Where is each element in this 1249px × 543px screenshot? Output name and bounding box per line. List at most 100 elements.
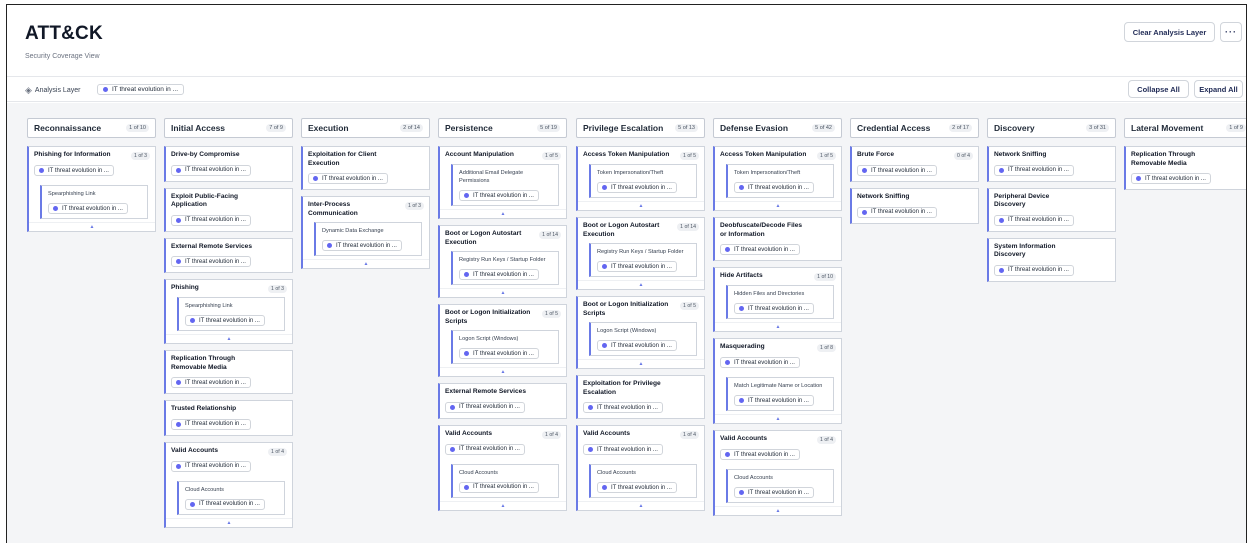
subtechnique-card[interactable]: Token Impersonation/Theft IT threat evolu… [726,164,834,198]
technique-coverage-chip[interactable]: IT threat evolution in ... [185,498,265,510]
technique-card[interactable]: Deobfuscate/Decode Files or Information I… [713,217,842,261]
tactic-header[interactable]: Persistence 5 of 19 [438,118,567,138]
technique-coverage-chip[interactable]: IT threat evolution in ... [597,340,677,351]
technique-coverage-chip[interactable]: IT threat evolution in ... [48,203,128,214]
technique-card[interactable]: Access Token Manipulation 1 of 5 Token Imp… [713,146,842,211]
technique-card[interactable]: Brute Force 0 of 4 IT threat evolution in … [850,146,979,182]
technique-coverage-chip[interactable]: IT threat evolution in ... [171,164,251,176]
technique-card[interactable]: System Information Discovery IT threat ev… [987,237,1116,282]
technique-card[interactable]: Replication Through Removable Media IT th… [164,350,293,394]
technique-card[interactable]: Boot or Logon Initialization Scripts 1 of… [576,296,705,369]
technique-coverage-chip[interactable]: IT threat evolution in ... [185,315,265,326]
technique-coverage-chip[interactable]: IT threat evolution in ... [720,357,800,368]
technique-card[interactable]: External Remote Services IT threat evolut… [164,237,293,273]
subtechnique-card[interactable]: Cloud Accounts IT threat evolution in ... [177,480,285,515]
technique-coverage-chip[interactable]: IT threat evolution in ... [308,173,388,184]
subtechnique-card[interactable]: Additional Email Delegate Permissions IT … [451,164,559,206]
technique-coverage-chip[interactable]: IT threat evolution in ... [171,214,251,226]
technique-card[interactable]: Valid Accounts 1 of 4 IT threat evolution … [576,425,705,511]
collapse-caret-icon[interactable]: ▲ [715,414,841,423]
clear-analysis-layer-button[interactable]: Clear Analysis Layer [1124,22,1215,42]
technique-card[interactable]: Exploit Public-Facing Application IT thre… [164,187,293,232]
collapse-caret-icon[interactable]: ▲ [303,259,429,268]
tactic-header[interactable]: Defense Evasion 5 of 42 [713,118,842,138]
collapse-caret-icon[interactable]: ▲ [578,280,704,289]
technique-coverage-chip[interactable]: IT threat evolution in ... [459,348,539,359]
technique-card[interactable]: External Remote Services IT threat evolut… [438,383,567,419]
technique-coverage-chip[interactable]: IT threat evolution in ... [734,487,814,498]
technique-card[interactable]: Drive-by Compromise IT threat evolution i… [164,146,293,182]
technique-coverage-chip[interactable]: IT threat evolution in ... [734,303,814,314]
technique-card[interactable]: Trusted Relationship IT threat evolution … [164,400,293,436]
collapse-caret-icon[interactable]: ▲ [166,517,292,527]
tactic-header[interactable]: Execution 2 of 14 [301,118,430,138]
technique-coverage-chip[interactable]: IT threat evolution in ... [171,377,251,388]
technique-coverage-chip[interactable]: IT threat evolution in ... [34,165,114,176]
collapse-caret-icon[interactable]: ▲ [29,222,155,231]
tactic-header[interactable]: Discovery 3 of 31 [987,118,1116,138]
technique-coverage-chip[interactable]: IT threat evolution in ... [720,449,800,460]
collapse-all-button[interactable]: Collapse All [1128,80,1189,98]
analysis-layer-chip[interactable]: IT threat evolution in ... [97,84,184,95]
technique-card[interactable]: Phishing 1 of 3 Spearphishing Link IT threa… [164,279,293,344]
technique-card[interactable]: Inter-Process Communication 1 of 3 Dynamic… [301,196,430,269]
technique-card[interactable]: Access Token Manipulation 1 of 5 Token Imp… [576,146,705,211]
technique-coverage-chip[interactable]: IT threat evolution in ... [459,269,539,280]
collapse-caret-icon[interactable]: ▲ [440,367,566,376]
collapse-caret-icon[interactable]: ▲ [715,322,841,331]
technique-coverage-chip[interactable]: IT threat evolution in ... [734,182,814,193]
subtechnique-card[interactable]: Spearphishing Link IT threat evolution in… [177,297,285,331]
technique-coverage-chip[interactable]: IT threat evolution in ... [857,206,937,218]
collapse-caret-icon[interactable]: ▲ [440,500,566,510]
subtechnique-card[interactable]: Spearphishing Link IT threat evolution in… [40,185,148,219]
technique-card[interactable]: Exploitation for Privilege Escalation IT … [576,375,705,419]
subtechnique-card[interactable]: Match Legitimate Name or Location IT thre… [726,377,834,411]
technique-coverage-chip[interactable]: IT threat evolution in ... [445,443,525,455]
technique-card[interactable]: Network Sniffing IT threat evolution in .… [850,188,979,224]
technique-card[interactable]: Peripheral Device Discovery IT threat evo… [987,187,1116,232]
technique-card[interactable]: Account Manipulation 1 of 5 Additional Ema… [438,146,567,219]
technique-coverage-chip[interactable]: IT threat evolution in ... [720,244,800,255]
technique-card[interactable]: Valid Accounts 1 of 4 IT threat evolution … [438,424,567,511]
expand-all-button[interactable]: Expand All [1194,80,1243,98]
technique-coverage-chip[interactable]: IT threat evolution in ... [171,418,251,430]
technique-coverage-chip[interactable]: IT threat evolution in ... [171,460,251,472]
tactic-header[interactable]: Credential Access 2 of 17 [850,118,979,138]
technique-coverage-chip[interactable]: IT threat evolution in ... [583,444,663,455]
technique-coverage-chip[interactable]: IT threat evolution in ... [734,395,814,406]
subtechnique-card[interactable]: Token Impersonation/Theft IT threat evolu… [589,164,697,198]
technique-card[interactable]: Boot or Logon Initialization Scripts 1 of… [438,304,567,377]
tactic-header[interactable]: Privilege Escalation 5 of 13 [576,118,705,138]
technique-card[interactable]: Boot or Logon Autostart Execution 1 of 14… [576,217,705,290]
technique-card[interactable]: Exploitation for Client Execution IT thre… [301,146,430,190]
technique-coverage-chip[interactable]: IT threat evolution in ... [597,261,677,272]
technique-coverage-chip[interactable]: IT threat evolution in ... [583,402,663,413]
technique-coverage-chip[interactable]: IT threat evolution in ... [994,164,1074,176]
technique-coverage-chip[interactable]: IT threat evolution in ... [994,264,1074,276]
collapse-caret-icon[interactable]: ▲ [578,201,704,210]
technique-card[interactable]: Valid Accounts 1 of 4 IT threat evolution … [713,430,842,516]
subtechnique-card[interactable]: Cloud Accounts IT threat evolution in ... [726,469,834,503]
subtechnique-card[interactable]: Registry Run Keys / Startup Folder IT thr… [589,243,697,277]
technique-coverage-chip[interactable]: IT threat evolution in ... [171,256,251,267]
technique-card[interactable]: Masquerading 1 of 8 IT threat evolution in… [713,338,842,424]
collapse-caret-icon[interactable]: ▲ [715,201,841,210]
collapse-caret-icon[interactable]: ▲ [578,501,704,510]
technique-coverage-chip[interactable]: IT threat evolution in ... [597,482,677,493]
subtechnique-card[interactable]: Cloud Accounts IT threat evolution in ... [451,463,559,498]
subtechnique-card[interactable]: Hidden Files and Directories IT threat ev… [726,285,834,319]
technique-coverage-chip[interactable]: IT threat evolution in ... [994,214,1074,226]
technique-coverage-chip[interactable]: IT threat evolution in ... [459,190,539,201]
technique-coverage-chip[interactable]: IT threat evolution in ... [322,240,402,251]
more-options-icon[interactable]: ··· [1220,22,1242,42]
subtechnique-card[interactable]: Cloud Accounts IT threat evolution in ... [589,464,697,498]
collapse-caret-icon[interactable]: ▲ [166,334,292,343]
subtechnique-card[interactable]: Logon Script (Windows) IT threat evolutio… [451,330,559,364]
collapse-caret-icon[interactable]: ▲ [715,506,841,515]
technique-coverage-chip[interactable]: IT threat evolution in ... [597,182,677,193]
technique-card[interactable]: Replication Through Removable Media IT th… [1124,146,1246,190]
tactic-header[interactable]: Reconnaissance 1 of 10 [27,118,156,138]
tactic-header[interactable]: Lateral Movement 1 of 9 [1124,118,1246,138]
technique-coverage-chip[interactable]: IT threat evolution in ... [445,401,525,413]
technique-card[interactable]: Phishing for Information 1 of 3 IT threat … [27,146,156,232]
